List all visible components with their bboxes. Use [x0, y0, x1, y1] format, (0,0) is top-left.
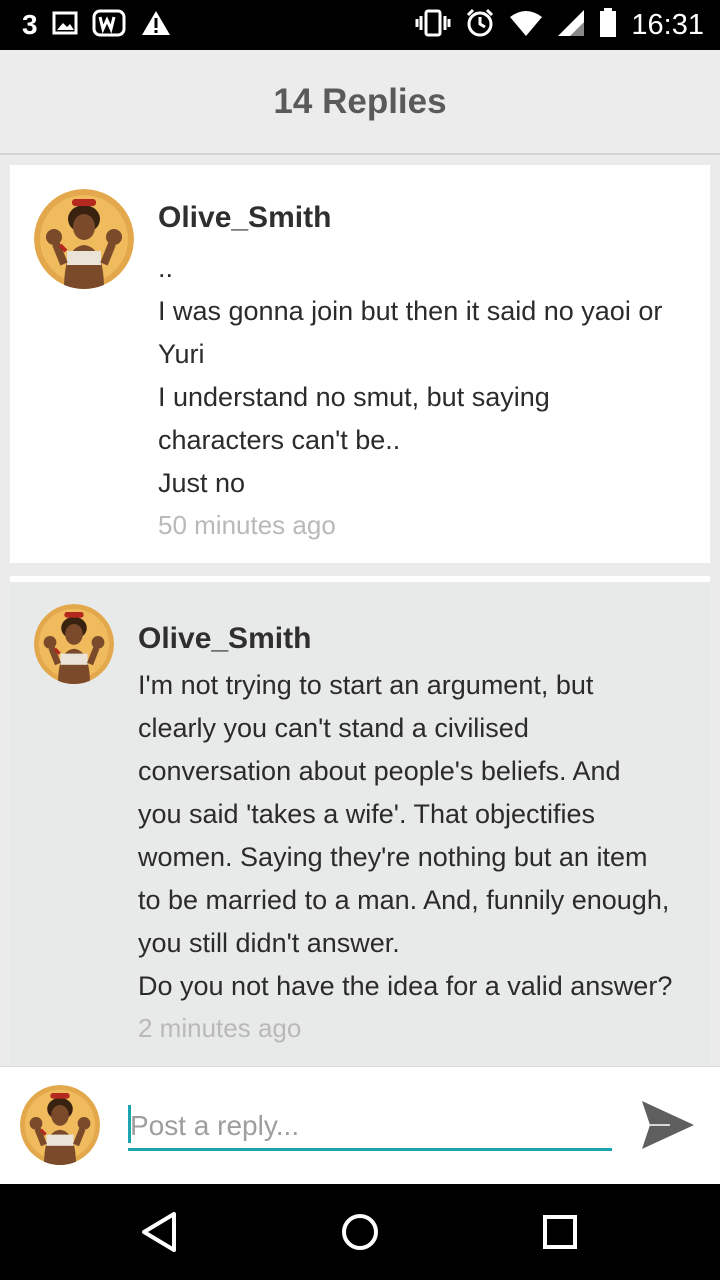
home-button[interactable] [336, 1208, 384, 1256]
timestamp: 50 minutes ago [158, 510, 336, 540]
reply-item[interactable]: Olive_Smith I'm not trying to start an a… [10, 576, 710, 1064]
current-user-avatar[interactable] [20, 1085, 100, 1165]
reply-item[interactable]: Olive_Smith .. I was gonna join but then… [10, 165, 710, 563]
timestamp: 2 minutes ago [138, 1013, 302, 1043]
message-line: I understand no smut, but saying [158, 382, 550, 412]
message-line: conversation about people's beliefs. And [138, 756, 621, 786]
back-button[interactable] [136, 1208, 184, 1256]
signal-icon [557, 9, 585, 42]
clock: 16:31 [631, 8, 704, 41]
home-icon [342, 1214, 378, 1250]
reply-content: Olive_Smith .. I was gonna join but then… [158, 199, 662, 543]
header: 14 Replies [0, 50, 720, 155]
image-icon [52, 11, 78, 40]
warning-icon [140, 9, 172, 42]
username[interactable]: Olive_Smith [158, 199, 662, 237]
message-line: I'm not trying to start an argument, but [138, 670, 594, 700]
username[interactable]: Olive_Smith [138, 620, 672, 658]
message-line: I was gonna join but then it said no yao… [158, 296, 663, 326]
wifi-icon [509, 9, 543, 42]
recents-button[interactable] [536, 1208, 584, 1256]
vibrate-icon [415, 8, 451, 43]
send-icon [642, 1101, 694, 1149]
reply-bar [0, 1066, 720, 1184]
avatar[interactable] [34, 604, 114, 684]
navigation-bar [0, 1184, 720, 1280]
send-button[interactable] [640, 1097, 696, 1153]
message-line: clearly you can't stand a civilised [138, 713, 529, 743]
recents-icon [543, 1215, 577, 1249]
w-app-icon [92, 9, 126, 42]
message-line: you still didn't answer. [138, 928, 400, 958]
message-line: Yuri [158, 339, 205, 369]
message-line: Do you not have the idea for a valid ans… [138, 971, 673, 1001]
alarm-icon [465, 8, 495, 43]
status-bar: 3 16:31 [0, 0, 720, 50]
reply-text: I'm not trying to start an argument, but… [138, 664, 672, 1008]
message-line: women. Saying they're nothing but an ite… [138, 842, 648, 872]
battery-icon [599, 7, 617, 43]
avatar[interactable] [34, 189, 134, 289]
reply-content: Olive_Smith I'm not trying to start an a… [138, 620, 672, 1046]
message-line: Just no [158, 468, 246, 498]
reply-input[interactable] [128, 1103, 612, 1151]
message-line: .. [158, 253, 174, 283]
page-title: 14 Replies [273, 81, 447, 121]
message-line: to be married to a man. And, funnily eno… [138, 885, 670, 915]
message-line: characters can't be.. [158, 425, 401, 455]
message-line: you said 'takes a wife'. That objectifie… [138, 799, 596, 829]
reply-text: .. I was gonna join but then it said no … [158, 247, 662, 505]
text-cursor [128, 1105, 131, 1143]
back-icon [142, 1212, 176, 1252]
notification-count: 3 [22, 9, 38, 40]
